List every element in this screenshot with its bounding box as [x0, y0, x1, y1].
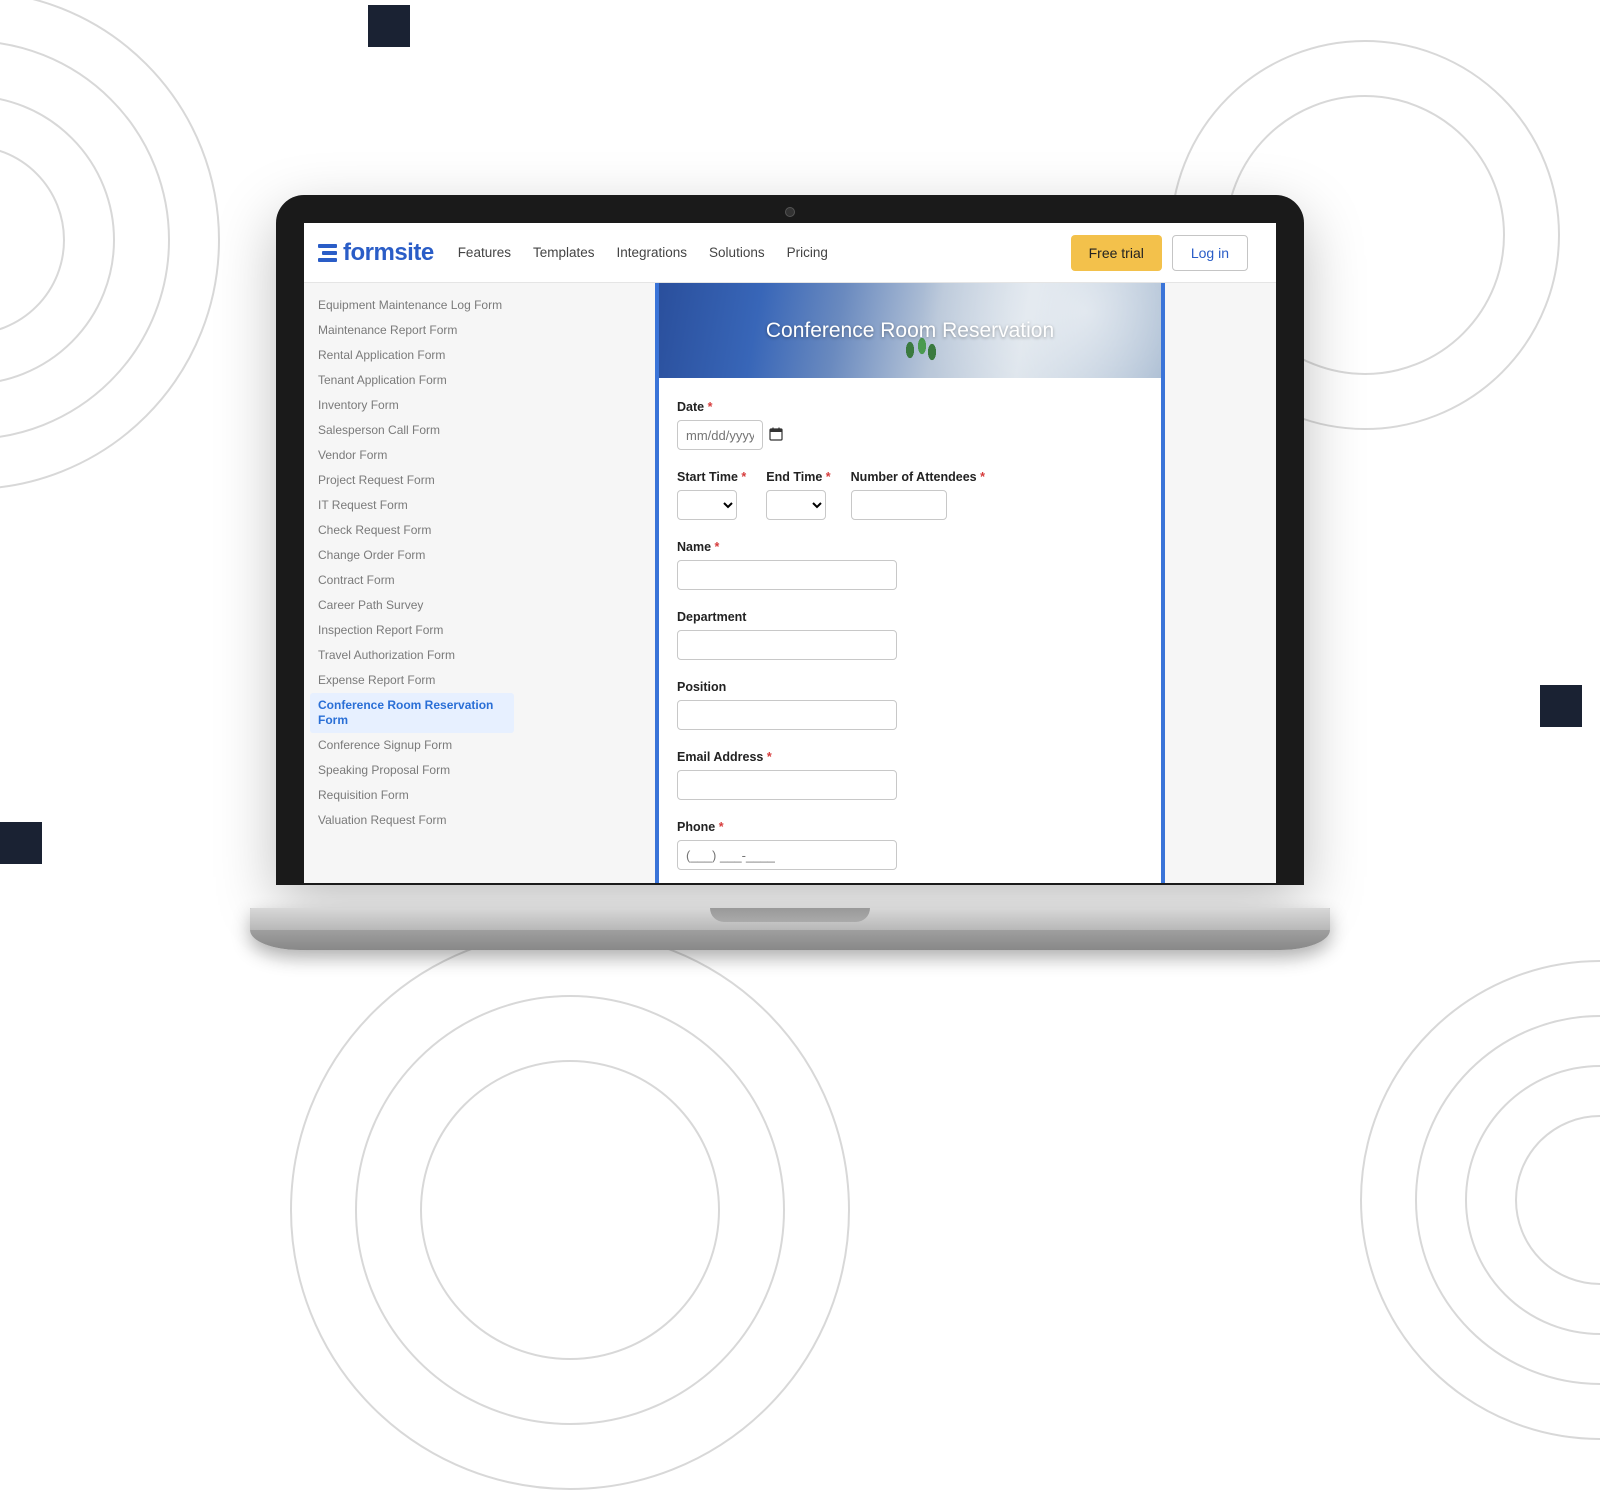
sidebar-item[interactable]: Equipment Maintenance Log Form [310, 293, 514, 318]
sidebar-item[interactable]: Contract Form [310, 568, 514, 593]
sidebar-item[interactable]: Requisition Form [310, 783, 514, 808]
nav-solutions[interactable]: Solutions [709, 245, 765, 260]
bg-decoration [0, 822, 42, 864]
field-attendees: Number of Attendees * [851, 470, 985, 520]
laptop-base [250, 908, 1330, 950]
sidebar-item[interactable]: Maintenance Report Form [310, 318, 514, 343]
sidebar-item[interactable]: Expense Report Form [310, 668, 514, 693]
nav-templates[interactable]: Templates [533, 245, 595, 260]
end-time-select[interactable] [766, 490, 826, 520]
label-start-time: Start Time * [677, 470, 746, 484]
label-position: Position [677, 680, 1143, 694]
nav-features[interactable]: Features [458, 245, 511, 260]
field-end-time: End Time * [766, 470, 830, 520]
field-start-time: Start Time * [677, 470, 746, 520]
field-position: Position [677, 680, 1143, 730]
sidebar-item[interactable]: Project Request Form [310, 468, 514, 493]
login-button[interactable]: Log in [1172, 235, 1248, 271]
camera-icon [785, 207, 795, 217]
bg-decoration [368, 5, 410, 47]
label-date: Date * [677, 400, 1143, 414]
logo-text: formsite [343, 239, 434, 267]
free-trial-button[interactable]: Free trial [1071, 235, 1162, 271]
nav-pricing[interactable]: Pricing [787, 245, 828, 260]
sidebar-item[interactable]: Salesperson Call Form [310, 418, 514, 443]
laptop-mockup: formsite Features Templates Integrations… [250, 195, 1330, 950]
field-phone: Phone * [677, 820, 1143, 870]
sidebar-item[interactable]: Rental Application Form [310, 343, 514, 368]
sidebar-item[interactable]: Travel Authorization Form [310, 643, 514, 668]
label-email: Email Address * [677, 750, 1143, 764]
sidebar-item[interactable]: Tenant Application Form [310, 368, 514, 393]
label-department: Department [677, 610, 1143, 624]
sidebar-item[interactable]: IT Request Form [310, 493, 514, 518]
label-phone: Phone * [677, 820, 1143, 834]
sidebar-item[interactable]: Speaking Proposal Form [310, 758, 514, 783]
phone-input[interactable] [677, 840, 897, 870]
label-end-time: End Time * [766, 470, 830, 484]
form-body: Date * [659, 378, 1161, 883]
field-time-row: Start Time * End Time * [677, 470, 1143, 520]
position-input[interactable] [677, 700, 897, 730]
field-department: Department [677, 610, 1143, 660]
field-date: Date * [677, 400, 1143, 450]
app-body: Equipment Maintenance Log FormMaintenanc… [304, 283, 1276, 883]
sidebar-item[interactable]: Vendor Form [310, 443, 514, 468]
sidebar: Equipment Maintenance Log FormMaintenanc… [304, 283, 524, 883]
attendees-input[interactable] [851, 490, 947, 520]
main-content: Conference Room Reservation Date * [524, 283, 1276, 883]
app-header: formsite Features Templates Integrations… [304, 223, 1276, 283]
label-attendees: Number of Attendees * [851, 470, 985, 484]
main-nav: Features Templates Integrations Solution… [458, 245, 828, 260]
department-input[interactable] [677, 630, 897, 660]
logo[interactable]: formsite [318, 239, 434, 267]
sidebar-item[interactable]: Inventory Form [310, 393, 514, 418]
field-email: Email Address * [677, 750, 1143, 800]
label-name: Name * [677, 540, 1143, 554]
start-time-select[interactable] [677, 490, 737, 520]
date-input[interactable] [677, 420, 763, 450]
field-name: Name * [677, 540, 1143, 590]
sidebar-item[interactable]: Conference Signup Form [310, 733, 514, 758]
sidebar-item[interactable]: Check Request Form [310, 518, 514, 543]
nav-integrations[interactable]: Integrations [617, 245, 688, 260]
form-title: Conference Room Reservation [766, 319, 1054, 343]
laptop-frame: formsite Features Templates Integrations… [276, 195, 1304, 885]
sidebar-item[interactable]: Change Order Form [310, 543, 514, 568]
email-input[interactable] [677, 770, 897, 800]
bg-decoration [1540, 685, 1582, 727]
sidebar-item[interactable]: Conference Room Reservation Form [310, 693, 514, 733]
calendar-icon[interactable] [769, 427, 783, 444]
sidebar-item[interactable]: Career Path Survey [310, 593, 514, 618]
screen-content: formsite Features Templates Integrations… [304, 223, 1276, 883]
bg-decoration [420, 1060, 720, 1360]
name-input[interactable] [677, 560, 897, 590]
logo-icon [318, 244, 337, 262]
sidebar-item[interactable]: Inspection Report Form [310, 618, 514, 643]
sidebar-item[interactable]: Valuation Request Form [310, 808, 514, 833]
laptop-notch [710, 908, 870, 922]
form-card: Conference Room Reservation Date * [655, 283, 1165, 883]
form-hero: Conference Room Reservation [659, 283, 1161, 378]
header-actions: Free trial Log in [1071, 235, 1248, 271]
